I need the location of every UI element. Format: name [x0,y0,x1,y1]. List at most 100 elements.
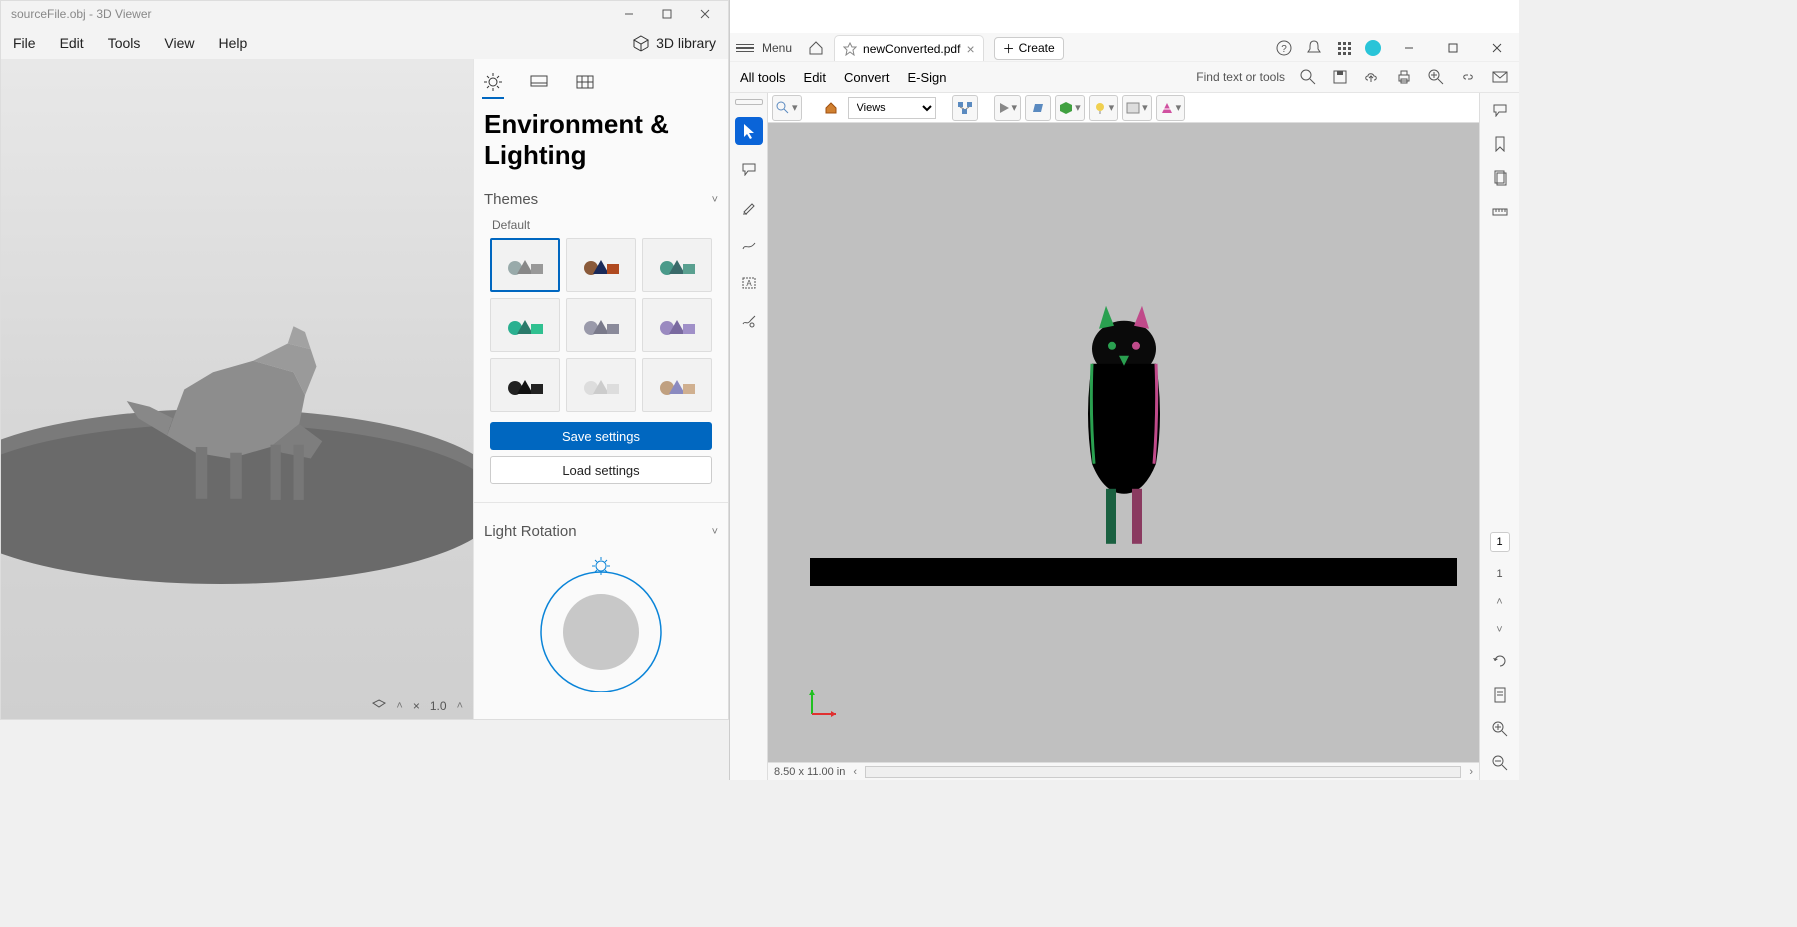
scale-value: 1.0 [430,699,447,713]
menu-tools[interactable]: Tools [108,35,141,51]
minimize-button[interactable] [610,1,648,26]
chevron-up-icon[interactable]: ˄ [457,700,463,712]
rail-pages-button[interactable] [1491,169,1509,187]
acrobat-tabrow: Menu newConverted.pdf × ＋ Create ? [730,33,1519,61]
rail-ruler-button[interactable] [1491,203,1509,221]
theme-thumb-6[interactable] [642,298,712,352]
theme-thumb-3[interactable] [642,238,712,292]
link-icon [1460,69,1476,85]
toolbar-edit[interactable]: Edit [804,70,826,85]
theme-thumb-1[interactable] [490,238,560,292]
library-button[interactable]: 3D library [632,34,716,52]
pdf-statusbar: 8.50 x 11.00 in ‹ › [768,762,1479,780]
pdf-3d-canvas[interactable] [768,123,1479,762]
help-icon: ? [1276,40,1292,56]
link-button[interactable] [1459,68,1477,86]
toolbar-all-tools[interactable]: All tools [740,70,786,85]
find-label: Find text or tools [1196,70,1285,84]
sun-icon [484,73,502,91]
save-icon [1332,69,1348,85]
rail-page-display-button[interactable] [1491,686,1509,704]
viewport-3d[interactable]: ˄ × 1.0 ˄ [1,59,473,719]
draw-tool[interactable] [735,231,763,259]
menu-edit[interactable]: Edit [60,35,84,51]
theme-thumb-2[interactable] [566,238,636,292]
tb3d-light-dropdown[interactable]: ▾ [1089,95,1119,121]
toolbar-esign[interactable]: E-Sign [907,70,946,85]
acrobat-close-button[interactable] [1481,36,1513,60]
toolbar-convert[interactable]: Convert [844,70,890,85]
fill-sign-tool[interactable] [735,307,763,335]
save-settings-button[interactable]: Save settings [490,422,712,450]
document-tab[interactable]: newConverted.pdf × [834,35,984,61]
tab-environment[interactable] [482,71,504,93]
user-avatar[interactable] [1365,40,1381,56]
tb3d-background-dropdown[interactable]: ▾ [1122,95,1152,121]
create-button[interactable]: ＋ Create [994,37,1064,60]
tb3d-model-tree-button[interactable] [952,95,978,121]
rail-comments-button[interactable] [1491,101,1509,119]
theme-thumb-8[interactable] [566,358,636,412]
menu-help[interactable]: Help [218,35,247,51]
text-tool[interactable]: A [735,269,763,297]
viewer-title-text: sourceFile.obj - 3D Viewer [11,7,152,21]
save-button[interactable] [1331,68,1349,86]
tb3d-perspective-button[interactable] [1025,95,1051,121]
status-scroll-left[interactable]: ‹ [853,766,857,778]
tb3d-play-dropdown[interactable]: ▾ [994,95,1022,121]
tb3d-cross-section-button[interactable]: ▾ [1156,95,1186,121]
rail-zoom-out-button[interactable] [1491,754,1509,772]
menu-button[interactable]: Menu [762,41,792,55]
page-down-button[interactable]: ˅ [1496,624,1502,636]
comment-tool[interactable] [735,155,763,183]
mail-button[interactable] [1491,68,1509,86]
acrobat-minimize-button[interactable] [1393,36,1425,60]
light-rotation-header[interactable]: Light Rotation ˅ [484,517,718,546]
viewer-body: ˄ × 1.0 ˄ Environment & Lighting [1,59,728,719]
theme-thumb-7[interactable] [490,358,560,412]
view-mode-icon[interactable] [372,699,386,713]
tab-stats[interactable] [528,71,550,93]
tab-grid[interactable] [574,71,596,93]
theme-thumb-9[interactable] [642,358,712,412]
chevron-up-icon[interactable]: ˄ [396,700,402,712]
rail-bookmarks-button[interactable] [1491,135,1509,153]
tb3d-render-dropdown[interactable]: ▾ [1055,95,1085,121]
status-scroll-right[interactable]: › [1469,766,1473,778]
perspective-cube-icon [1031,101,1045,115]
theme-thumb-5[interactable] [566,298,636,352]
page-total: 1 [1496,568,1502,580]
light-rotation-dial[interactable] [531,552,671,692]
load-settings-button[interactable]: Load settings [490,456,712,484]
menu-view[interactable]: View [164,35,194,51]
themes-header[interactable]: Themes ˅ [484,185,718,214]
status-scrollbar[interactable] [865,766,1461,778]
page-current-badge[interactable]: 1 [1490,532,1510,552]
help-button[interactable]: ? [1275,39,1293,57]
find-button[interactable] [1299,68,1317,86]
cloud-upload-button[interactable] [1363,68,1381,86]
views-select[interactable]: Views [848,97,936,119]
home-button[interactable] [804,36,828,60]
acrobat-maximize-button[interactable] [1437,36,1469,60]
close-button[interactable] [686,1,724,26]
tb3d-home-button[interactable] [818,95,844,121]
apps-button[interactable] [1335,39,1353,57]
select-tool[interactable] [735,117,763,145]
zoom-button[interactable] [1427,68,1445,86]
tb3d-zoom-dropdown[interactable]: ▾ [772,95,802,121]
notifications-button[interactable] [1305,39,1323,57]
tab-close-button[interactable]: × [966,41,974,57]
hamburger-icon[interactable] [736,44,754,53]
rail-grip-icon[interactable] [735,99,763,105]
zoom-plus-icon [1428,69,1444,85]
maximize-button[interactable] [648,1,686,26]
print-button[interactable] [1395,68,1413,86]
theme-thumb-4[interactable] [490,298,560,352]
rail-zoom-in-button[interactable] [1491,720,1509,738]
star-icon [843,42,857,56]
menu-file[interactable]: File [13,35,36,51]
highlight-tool[interactable] [735,193,763,221]
rail-rotate-button[interactable] [1491,652,1509,670]
page-up-button[interactable]: ˄ [1496,596,1502,608]
